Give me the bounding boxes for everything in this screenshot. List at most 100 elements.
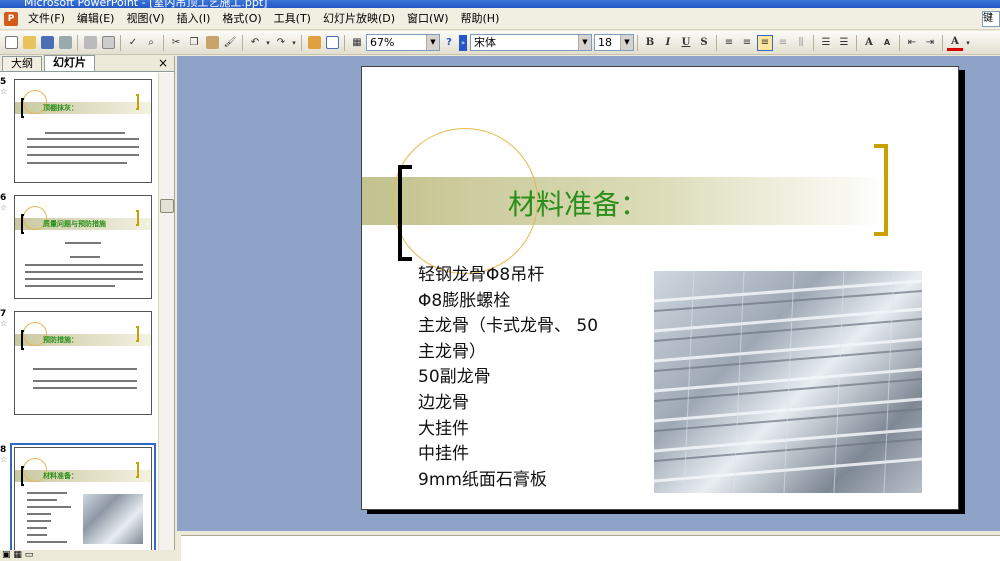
tab-outline[interactable]: 大纲 [2, 56, 42, 71]
slide-number: 5 [0, 77, 7, 87]
underline-button[interactable]: U [678, 35, 694, 51]
redo-dropdown-icon[interactable]: ▾ [291, 35, 297, 51]
thumbnail-title: 材料准备： [43, 472, 78, 480]
increase-indent-icon[interactable]: ⇥ [922, 35, 938, 51]
menu-view[interactable]: 视图(V) [120, 8, 170, 30]
thumbnail-list: 5 ☆ 顶棚抹灰： 6 ☆ 质量问题与预防措施 7 ☆ 预防措施： 8 ☆ 材料… [0, 73, 158, 561]
thumbnail-row-5[interactable]: 5 ☆ 顶棚抹灰： [0, 77, 158, 189]
justify-icon[interactable]: ≡ [775, 35, 791, 51]
redo-icon[interactable]: ↷ [273, 35, 289, 51]
tab-slides[interactable]: 幻灯片 [44, 55, 95, 71]
slide-thumbnail-5[interactable]: 顶棚抹灰： [14, 79, 152, 183]
steel-keel-illustration [654, 271, 922, 493]
slide-number: 8 [0, 445, 7, 455]
menu-window[interactable]: 窗口(W) [401, 8, 454, 30]
powerpoint-app-icon[interactable]: P [4, 11, 18, 26]
animation-star-icon: ☆ [0, 319, 8, 328]
bullet-item: 50副龙骨 [418, 367, 491, 388]
slide-thumbnail-6[interactable]: 质量问题与预防措施 [14, 195, 152, 299]
undo-dropdown-icon[interactable]: ▾ [265, 35, 271, 51]
zoom-value: 67% [370, 36, 395, 49]
close-icon[interactable]: × [158, 56, 168, 71]
align-left-icon[interactable]: ≡ [721, 35, 737, 51]
animation-star-icon: ☆ [0, 455, 8, 464]
font-select[interactable]: 宋体 ▼ [470, 34, 592, 51]
zoom-select[interactable]: 67% ▼ [366, 34, 440, 51]
print-preview-icon[interactable] [100, 35, 116, 51]
undo-icon[interactable]: ↶ [247, 35, 263, 51]
bullet-item: 中挂件 [418, 444, 469, 465]
slide-thumbnail-8[interactable]: 材料准备： [10, 443, 156, 555]
font-color-dropdown-icon[interactable]: ▾ [965, 35, 971, 51]
save-icon[interactable] [39, 35, 55, 51]
new-file-icon[interactable] [3, 35, 19, 51]
paste-icon[interactable] [204, 35, 220, 51]
bullet-item: Φ8膨胀螺栓 [418, 290, 511, 311]
align-right-icon[interactable]: ≡ [757, 34, 773, 51]
menu-format[interactable]: 格式(O) [216, 8, 267, 30]
insert-table-icon[interactable] [324, 35, 340, 51]
chevron-down-icon[interactable]: ▼ [578, 35, 591, 50]
help-icon[interactable]: ? [441, 35, 457, 51]
help-search-input[interactable]: 键入 [982, 11, 1000, 27]
insert-chart-icon[interactable] [306, 35, 322, 51]
bullet-item: 边龙骨 [418, 392, 469, 413]
normal-view-icon[interactable]: ▣ [2, 550, 11, 560]
increase-font-size-button[interactable]: A [861, 35, 877, 51]
copy-icon[interactable]: ❐ [186, 35, 202, 51]
align-center-icon[interactable]: ≡ [739, 35, 755, 51]
menu-edit[interactable]: 编辑(E) [71, 8, 121, 30]
shadow-button[interactable]: S [696, 35, 712, 51]
bullet-item: 大挂件 [418, 418, 469, 439]
font-value: 宋体 [474, 36, 496, 49]
slide-title[interactable]: 材料准备： [508, 188, 648, 222]
menu-tools[interactable]: 工具(T) [268, 8, 317, 30]
chevron-down-icon[interactable]: ▼ [426, 35, 439, 50]
italic-button[interactable]: I [660, 35, 676, 51]
thumbnail-row-6[interactable]: 6 ☆ 质量问题与预防措施 [0, 193, 158, 305]
bold-button[interactable]: B [642, 35, 658, 51]
bullet-item: 主龙骨（卡式龙骨、 50 [418, 316, 599, 337]
right-bracket-decoration [874, 144, 888, 236]
notes-pane[interactable] [181, 535, 1000, 561]
toolbar-options-icon[interactable]: » [459, 34, 467, 51]
sorter-view-icon[interactable]: ▦ [13, 550, 22, 560]
slide-number: 6 [0, 193, 7, 203]
bullets-icon[interactable]: ☰ [836, 35, 852, 51]
panel-scrollbar[interactable] [158, 73, 174, 561]
decrease-font-size-icon[interactable]: A [879, 35, 895, 51]
show-grid-icon[interactable]: ▦ [349, 35, 365, 51]
thumbnail-row-8[interactable]: 8 ☆ 材料准备： [0, 443, 158, 557]
menu-file[interactable]: 文件(F) [22, 8, 71, 30]
menu-help[interactable]: 帮助(H) [455, 8, 506, 30]
slide-body-text[interactable]: 轻钢龙骨Φ8吊杆 Φ8膨胀螺栓 主龙骨（卡式龙骨、 50 主龙骨） 50副龙骨 … [418, 263, 638, 493]
cut-icon[interactable]: ✂ [168, 35, 184, 51]
scrollbar-thumb[interactable] [160, 199, 174, 213]
print-icon[interactable] [82, 35, 98, 51]
slideshow-view-icon[interactable]: ▭ [25, 550, 34, 560]
slide-canvas[interactable]: 材料准备： 轻钢龙骨Φ8吊杆 Φ8膨胀螺栓 主龙骨（卡式龙骨、 50 主龙骨） … [361, 66, 959, 510]
permission-icon[interactable] [57, 35, 73, 51]
chevron-down-icon[interactable]: ▼ [620, 35, 633, 50]
view-buttons: ▣ ▦ ▭ [0, 550, 175, 561]
research-icon[interactable]: ⌕ [143, 35, 159, 51]
slide-thumbnail-7[interactable]: 预防措施： [14, 311, 152, 415]
left-bracket-decoration [398, 165, 412, 261]
format-painter-icon[interactable]: 🖌 [222, 35, 238, 51]
decrease-indent-icon[interactable]: ⇤ [904, 35, 920, 51]
steel-keel-photo[interactable] [654, 271, 922, 493]
slide-number: 7 [0, 309, 7, 319]
thumbnail-row-7[interactable]: 7 ☆ 预防措施： [0, 309, 158, 421]
menu-slideshow[interactable]: 幻灯片放映(D) [317, 8, 401, 30]
font-color-button[interactable]: A [947, 35, 963, 51]
bullet-item: 9mm纸面石膏板 [418, 469, 547, 490]
font-size-select[interactable]: 18 ▼ [594, 34, 634, 51]
distributed-icon[interactable]: ⫼ [793, 35, 809, 51]
numbering-icon[interactable]: ☰ [818, 35, 834, 51]
font-size-value: 18 [598, 36, 612, 49]
thumbnail-image [83, 494, 143, 544]
menu-insert[interactable]: 插入(I) [171, 8, 217, 30]
open-folder-icon[interactable] [21, 35, 37, 51]
slides-panel: 大纲 幻灯片 × 5 ☆ 顶棚抹灰： 6 ☆ 质量问题与预防措施 7 ☆ 预防措… [0, 55, 175, 561]
spelling-icon[interactable]: ✓ [125, 35, 141, 51]
